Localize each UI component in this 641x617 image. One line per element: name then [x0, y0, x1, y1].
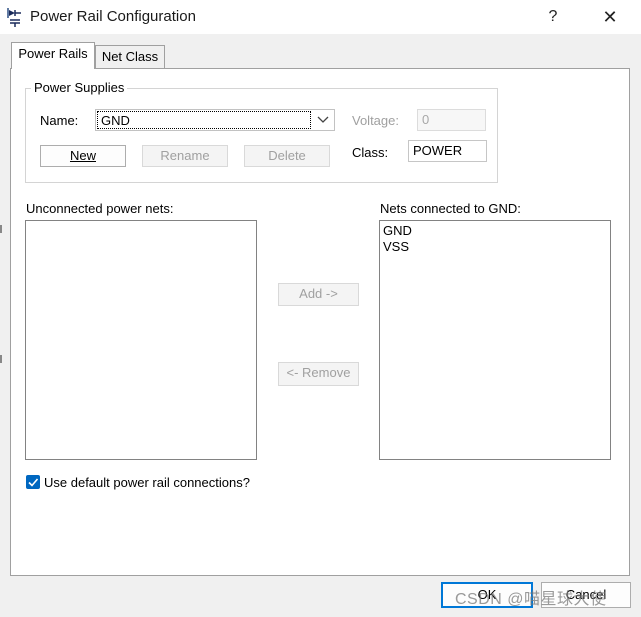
voltage-label: Voltage: [352, 113, 399, 128]
remove-button: <- Remove [278, 362, 359, 386]
name-combobox[interactable]: GND [95, 109, 335, 131]
default-connections-checkbox[interactable] [26, 475, 40, 489]
voltage-field: 0 [417, 109, 486, 131]
chevron-down-icon[interactable] [316, 114, 330, 126]
new-button-label: New [69, 148, 96, 163]
unconnected-nets-label: Unconnected power nets: [26, 201, 174, 216]
tab-net-class[interactable]: Net Class [95, 45, 165, 69]
connected-nets-list[interactable]: GND VSS [379, 220, 611, 460]
unconnected-nets-list[interactable] [25, 220, 257, 460]
list-item[interactable]: GND [380, 223, 610, 239]
edge-marker [0, 225, 2, 233]
new-button[interactable]: New [40, 145, 126, 167]
watermark-text: CSDN @喵星球大使 [455, 591, 607, 608]
help-button[interactable]: ? [538, 4, 568, 30]
class-field[interactable]: POWER [408, 140, 487, 162]
name-combobox-value: GND [101, 113, 130, 128]
rename-button: Rename [142, 145, 228, 167]
power-rail-icon [6, 6, 24, 28]
window-title: Power Rail Configuration [30, 8, 196, 25]
tab-power-rails[interactable]: Power Rails [11, 42, 95, 69]
checkmark-icon [28, 478, 39, 487]
power-supplies-group [25, 88, 498, 183]
default-connections-label: Use default power rail connections? [44, 475, 250, 490]
power-supplies-label: Power Supplies [31, 80, 128, 95]
add-button: Add -> [278, 283, 359, 306]
close-button[interactable]: ✕ [594, 4, 626, 30]
list-item[interactable]: VSS [380, 239, 610, 255]
name-label: Name: [40, 113, 79, 128]
delete-button: Delete [244, 145, 330, 167]
edge-marker [0, 355, 2, 363]
connected-nets-label: Nets connected to GND: [380, 201, 521, 216]
class-label: Class: [352, 145, 389, 160]
